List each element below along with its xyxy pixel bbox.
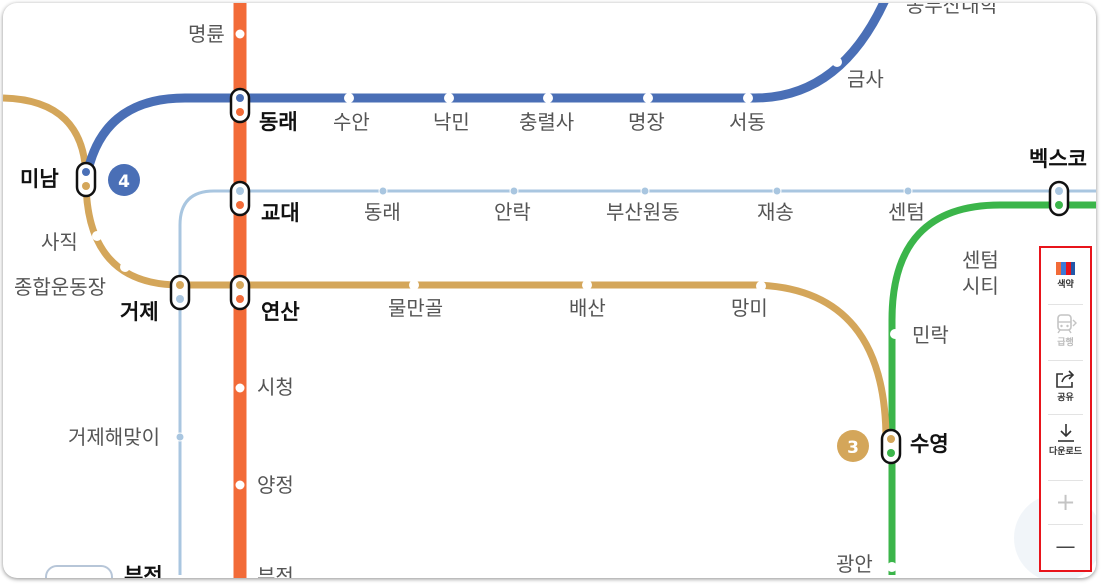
label-bujeon-2[interactable]: 부전 [124,564,163,578]
label-mulmangol[interactable]: 물만골 [388,296,443,320]
train-icon [1056,314,1077,334]
station-dot-baesan[interactable] [582,280,592,290]
label-sajik[interactable]: 사직 [41,230,78,254]
label-jaesong[interactable]: 재송 [757,200,794,224]
share-label: 공유 [1057,393,1074,403]
station-dot-sicheong[interactable] [235,383,245,393]
station-dot-suan[interactable] [344,93,354,103]
zoom-in-button[interactable]: + [1041,490,1090,514]
label-centum[interactable]: 센텀 [888,200,925,224]
label-myeongnyun[interactable]: 명륜 [188,22,225,46]
line3-badge: 3 [837,430,869,462]
subway-map-frame: 4 3 명륜 동래 수안 낙민 충렬사 명장 서동 금사 동부산대학 미남 사직… [3,3,1096,578]
label-suyeong[interactable]: 수영 [910,432,949,456]
station-dot-yangjeong[interactable] [235,480,245,490]
express-button[interactable]: 급행 [1041,314,1090,348]
label-anrak[interactable]: 안락 [494,200,531,224]
label-sports-complex[interactable]: 종합운동장 [14,275,106,299]
station-dot-jaesong[interactable] [772,186,782,196]
line4-badge: 4 [108,164,140,196]
transfer-gyodae[interactable] [229,180,251,217]
download-icon [1057,424,1074,442]
transfer-minam[interactable] [75,161,97,198]
label-centum-city-2[interactable]: 시티 [962,274,999,298]
station-dot-seodong[interactable] [743,93,753,103]
label-centum-city-1[interactable]: 센텀 [962,248,999,272]
label-gwangan[interactable]: 광안 [836,552,873,576]
svg-text:3: 3 [847,438,859,458]
download-label: 다운로드 [1048,447,1083,457]
share-button[interactable]: 공유 [1041,369,1090,403]
label-dongbusan[interactable]: 동부산대학 [906,3,998,17]
label-busanwondong[interactable]: 부산원동 [606,200,680,224]
label-minam[interactable]: 미남 [20,167,59,191]
label-geoje-haemaji[interactable]: 거제해맞이 [68,425,160,449]
station-dot-busanwondong[interactable] [640,186,650,196]
zoom-out-button[interactable]: — [1041,534,1090,558]
station-dot-chungnyeolsa[interactable] [543,93,553,103]
station-dot-myeongnyun[interactable] [235,29,245,39]
colorblind-button[interactable]: 색약 [1041,260,1090,290]
station-dot-geoje-haemaji[interactable] [175,432,185,442]
transfer-yeonsan[interactable] [229,274,251,311]
express-label: 급행 [1057,338,1074,348]
label-myeongjang[interactable]: 명장 [628,110,665,134]
transfer-bexco[interactable] [1048,180,1070,217]
label-seodong[interactable]: 서동 [729,110,766,134]
toolbar-divider [1048,414,1083,415]
transfer-suyeong[interactable] [880,428,902,465]
station-dot-nangmin[interactable] [444,93,454,103]
share-icon [1055,370,1074,388]
colorblind-label: 색약 [1057,280,1074,290]
line3-track [3,94,890,441]
subway-map[interactable]: 4 3 명륜 동래 수안 낙민 충렬사 명장 서동 금사 동부산대학 미남 사직… [3,3,1096,578]
label-yangjeong[interactable]: 양정 [257,473,294,497]
label-suan[interactable]: 수안 [333,110,370,134]
svg-text:4: 4 [118,172,130,192]
toolbar-divider [1048,360,1083,361]
station-dot-dongnae-donghae[interactable] [378,186,388,196]
station-dot-myeongjang[interactable] [643,93,653,103]
station-dot-sports-complex[interactable] [120,262,130,272]
station-dot-centum[interactable] [903,186,913,196]
label-sicheong[interactable]: 시청 [257,375,294,399]
label-millak[interactable]: 민락 [912,323,949,347]
station-dot-mangmi[interactable] [756,281,766,291]
station-dot-geumsa[interactable] [832,57,842,67]
label-nangmin[interactable]: 낙민 [433,110,470,134]
toolbar-divider [1048,304,1083,305]
transfer-geoje[interactable] [169,274,191,311]
label-chungnyeolsa[interactable]: 충렬사 [519,110,574,134]
toolbar-divider [1048,524,1083,525]
color-swatch-icon [1055,262,1075,275]
station-dot-mulmangol[interactable] [409,280,419,290]
label-dongnae[interactable]: 동래 [259,110,298,134]
label-baesan[interactable]: 배산 [569,296,606,320]
label-dongnae-donghae[interactable]: 동래 [364,200,401,224]
donghae-line-track [178,189,1096,575]
station-dot-millak[interactable] [890,329,900,339]
download-button[interactable]: 다운로드 [1041,423,1090,457]
station-dot-gwangan[interactable] [887,562,897,572]
label-mangmi[interactable]: 망미 [731,296,768,320]
station-dot-centum-city[interactable] [946,234,956,244]
label-geumsa[interactable]: 금사 [847,67,884,91]
label-geoje[interactable]: 거제 [120,300,159,324]
station-dot-anrak[interactable] [509,186,519,196]
transfer-dongnae[interactable] [229,87,251,124]
label-yeonsan[interactable]: 연산 [261,300,300,324]
station-dot-sajik[interactable] [92,231,102,241]
partial-station-capsule[interactable] [45,565,113,578]
label-bexco[interactable]: 벡스코 [1029,147,1087,171]
label-gyodae[interactable]: 교대 [261,201,300,225]
toolbar-divider [1048,480,1083,481]
label-bujeon[interactable]: 부전 [257,564,294,578]
map-toolbar: 색약 급행 공유 다운로드 + — [1039,246,1092,572]
